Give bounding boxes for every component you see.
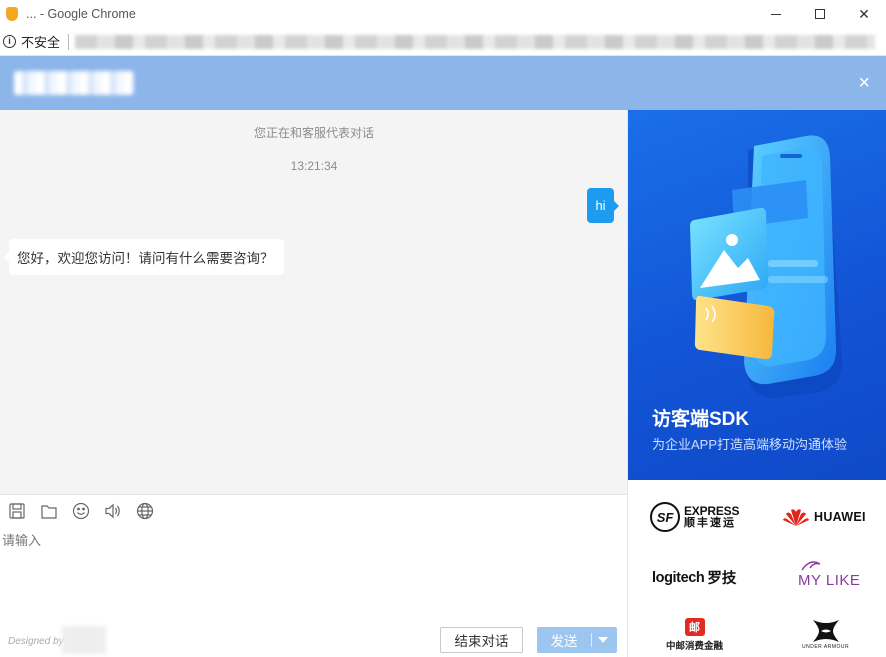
close-icon: ✕ xyxy=(858,5,870,22)
ad-subtitle: 为企业APP打造高端移动沟通体验 xyxy=(652,437,848,452)
end-conversation-button[interactable]: 结束对话 xyxy=(440,627,523,653)
sf-express-cn: 顺丰速运 xyxy=(684,517,736,529)
sf-express-en: EXPRESS xyxy=(684,504,740,518)
under-armour-wordmark: UNDER ARMOUR xyxy=(802,644,850,650)
sf-express-logo: SF EXPRESS 顺丰速运 xyxy=(650,502,739,532)
phone-illustration xyxy=(690,135,843,399)
window-close-button[interactable]: ✕ xyxy=(842,0,886,28)
emoji-icon[interactable] xyxy=(72,502,90,520)
under-armour-icon xyxy=(812,620,839,642)
user-message-bubble: hi xyxy=(587,188,619,223)
ad-title: 访客端SDK xyxy=(652,409,750,430)
window-title: ... - Google Chrome xyxy=(26,7,136,21)
minimize-icon xyxy=(771,13,781,15)
chat-header: × xyxy=(0,56,886,110)
chat-footer: Designed by 结束对话 发送 xyxy=(0,618,628,657)
message-timestamp: 13:21:34 xyxy=(290,159,338,173)
zhongyou-wordmark: 中邮消费金融 xyxy=(666,641,724,652)
save-icon[interactable] xyxy=(8,502,26,520)
maximize-icon xyxy=(815,9,825,19)
voice-icon[interactable] xyxy=(104,502,122,520)
mylike-wordmark: MY LIKE xyxy=(798,572,861,589)
folder-icon[interactable] xyxy=(40,502,58,520)
designed-by-label: Designed by xyxy=(8,636,64,647)
window-titlebar: ... - Google Chrome ✕ xyxy=(0,0,886,28)
huawei-icon xyxy=(783,509,809,526)
sf-badge: SF xyxy=(650,502,680,532)
under-armour-logo: UNDER ARMOUR xyxy=(802,618,849,650)
info-icon[interactable]: i xyxy=(3,35,16,48)
url-divider xyxy=(68,33,70,50)
system-notice: 您正在和客服代表对话 xyxy=(253,126,374,140)
chat-title xyxy=(14,71,134,95)
agent-message-bubble: 您好，欢迎您访问！请问有什么需要咨询？ xyxy=(4,239,284,275)
message-input-container xyxy=(0,526,628,618)
designer-logo xyxy=(62,626,106,654)
send-options-caret-icon[interactable] xyxy=(598,637,608,643)
input-toolbar xyxy=(0,494,628,526)
send-button-label: 发送 xyxy=(550,634,578,649)
logitech-logo: logitech 罗技 xyxy=(652,567,736,588)
message-input[interactable] xyxy=(0,526,628,618)
globe-icon[interactable] xyxy=(136,502,154,520)
minimize-button[interactable] xyxy=(754,0,798,28)
send-button[interactable]: 发送 xyxy=(537,627,617,653)
logitech-wordmark: logitech xyxy=(652,569,705,586)
security-status[interactable]: 不安全 xyxy=(21,32,60,51)
chrome-app-icon xyxy=(6,7,18,21)
url-field[interactable] xyxy=(75,34,876,49)
zhongyou-logo: 邮 中邮消费金融 xyxy=(666,618,723,652)
chat-close-icon[interactable]: × xyxy=(858,72,870,94)
zhongyou-mark-icon: 邮 xyxy=(684,618,705,636)
mylike-logo: MY LIKE xyxy=(798,560,860,589)
window-controls: ✕ xyxy=(754,0,886,28)
send-divider xyxy=(591,633,592,647)
mylike-swirl-icon xyxy=(801,561,821,571)
huawei-logo: HUAWEI xyxy=(782,506,866,528)
sdk-ad-banner[interactable]: 访客端SDK 为企业APP打造高端移动沟通体验 xyxy=(628,110,886,480)
logitech-cn: 罗技 xyxy=(707,571,737,587)
huawei-wordmark: HUAWEI xyxy=(814,510,866,524)
address-bar: i 不安全 xyxy=(0,28,886,56)
message-area[interactable]: 您正在和客服代表对话 13:21:34 hi 您好，欢迎您访问！请问有什么需要咨… xyxy=(0,110,628,494)
maximize-button[interactable] xyxy=(798,0,842,28)
client-logos: SF EXPRESS 顺丰速运 HUAWEI logitech 罗技 MY LI… xyxy=(628,480,886,657)
